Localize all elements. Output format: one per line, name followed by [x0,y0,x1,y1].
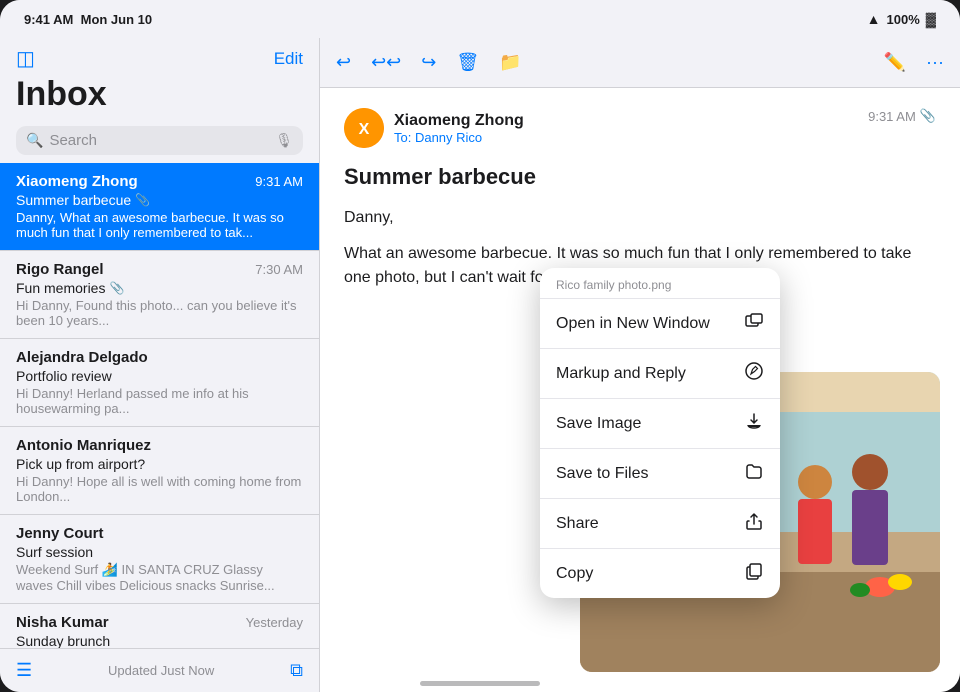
email-preview-5: Weekend Surf 🏄 IN SANTA CRUZ Glassy wave… [16,562,303,593]
battery-icon: ▓ [926,11,936,27]
compose-icon[interactable]: ⧉ [290,660,303,681]
email-sender-6: Nisha Kumar [16,614,109,631]
save-files-icon [744,461,764,486]
wifi-icon: ▲ [867,11,881,27]
email-sender-2: Rigo Rangel [16,261,104,278]
updated-status: Updated Just Now [108,663,214,678]
context-menu: Rico family photo.png Open in New Window… [540,268,780,598]
battery-level: 100% [887,12,920,27]
email-item-5[interactable]: Jenny Court Surf session Weekend Surf 🏄 … [0,515,319,604]
open-window-label: Open in New Window [556,315,710,333]
context-menu-share[interactable]: Share [540,499,780,549]
email-time-2: 7:30 AM [255,262,303,277]
email-item-6[interactable]: Nisha Kumar Yesterday Sunday brunch Hey … [0,604,319,648]
attachment-icon-1: 📎 [135,193,150,207]
context-menu-filename: Rico family photo.png [540,268,780,299]
inbox-title: Inbox [0,75,319,122]
save-image-icon [744,411,764,436]
context-menu-save-image[interactable]: Save Image [540,399,780,449]
status-indicators: ▲ 100% ▓ [867,11,936,27]
email-item-1[interactable]: Xiaomeng Zhong 9:31 AM Summer barbecue 📎… [0,163,319,251]
inbox-bottom-bar: ☰ Updated Just Now ⧉ [0,648,319,692]
status-bar: 9:41 AM Mon Jun 10 ▲ 100% ▓ [0,0,960,38]
email-subject-3: Portfolio review [16,368,303,384]
email-sender-4: Antonio Manriquez [16,437,151,454]
search-placeholder: Search [49,132,269,149]
email-subject-6: Sunday brunch [16,633,303,648]
ipad-screen: 9:41 AM Mon Jun 10 ▲ 100% ▓ ◫ Edit Inbox… [0,0,960,692]
filter-icon[interactable]: ☰ [16,660,32,681]
context-menu-copy[interactable]: Copy [540,549,780,598]
markup-reply-label: Markup and Reply [556,365,686,383]
email-sender-3: Alejandra Delgado [16,349,148,366]
email-time-1: 9:31 AM [255,174,303,189]
attachment-icon-2: 📎 [109,281,124,295]
email-list: Xiaomeng Zhong 9:31 AM Summer barbecue 📎… [0,163,319,648]
context-menu-save-files[interactable]: Save to Files [540,449,780,499]
email-subject-1: Summer barbecue 📎 [16,192,303,208]
email-item-2[interactable]: Rigo Rangel 7:30 AM Fun memories 📎 Hi Da… [0,251,319,339]
split-view: ◫ Edit Inbox 🔍 Search 🎙 Xiaomeng Zhong 9… [0,38,960,692]
email-sender-1: Xiaomeng Zhong [16,173,138,190]
context-menu-open-window[interactable]: Open in New Window [540,299,780,349]
sidebar-toggle-button[interactable]: ◫ [16,46,35,71]
markup-icon [744,361,764,386]
email-item-4[interactable]: Antonio Manriquez Pick up from airport? … [0,427,319,515]
email-time-6: Yesterday [246,615,303,630]
share-icon [744,511,764,536]
email-preview-4: Hi Danny! Hope all is well with coming h… [16,474,303,504]
email-sender-5: Jenny Court [16,525,104,542]
status-time: 9:41 AM Mon Jun 10 [24,12,152,27]
email-subject-4: Pick up from airport? [16,456,303,472]
email-preview-1: Danny, What an awesome barbecue. It was … [16,210,303,240]
search-icon: 🔍 [26,132,43,149]
inbox-toolbar: ◫ Edit [0,38,319,75]
edit-button[interactable]: Edit [274,49,303,69]
email-preview-3: Hi Danny! Herland passed me info at his … [16,386,303,416]
detail-panel: ↩ ↩↩ ↪ 🗑 📁 ✏️ ··· [320,38,960,692]
email-subject-2: Fun memories 📎 [16,280,303,296]
context-menu-overlay[interactable]: Rico family photo.png Open in New Window… [320,38,960,692]
search-bar[interactable]: 🔍 Search 🎙 [16,126,303,155]
email-preview-2: Hi Danny, Found this photo... can you be… [16,298,303,328]
save-files-label: Save to Files [556,465,648,483]
microphone-icon[interactable]: 🎙 [275,132,293,149]
copy-icon [744,561,764,586]
save-image-label: Save Image [556,415,641,433]
copy-label: Copy [556,565,593,583]
context-menu-markup-reply[interactable]: Markup and Reply [540,349,780,399]
email-subject-5: Surf session [16,544,303,560]
open-window-icon [744,311,764,336]
email-item-3[interactable]: Alejandra Delgado Portfolio review Hi Da… [0,339,319,427]
share-label: Share [556,515,599,533]
inbox-panel: ◫ Edit Inbox 🔍 Search 🎙 Xiaomeng Zhong 9… [0,38,320,692]
